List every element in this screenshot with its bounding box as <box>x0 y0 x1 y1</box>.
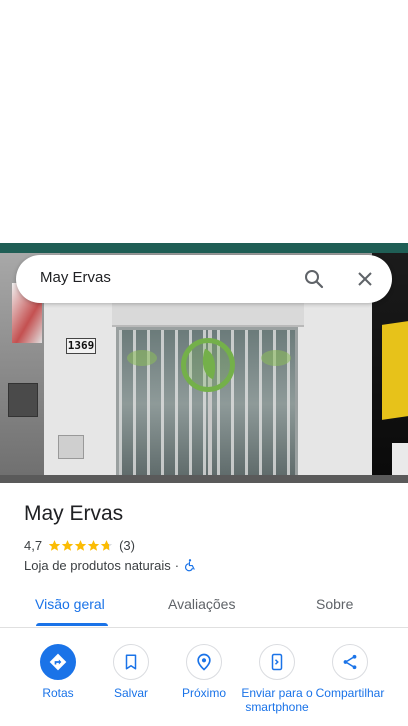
rating-stars <box>48 539 113 552</box>
store-small-logo-left <box>127 350 157 366</box>
search-icon[interactable] <box>302 267 326 291</box>
send-to-phone-label: Enviar para o smartphone <box>241 686 313 714</box>
directions-icon <box>40 644 76 680</box>
store-small-logo-right <box>261 350 291 366</box>
wheelchair-icon <box>185 559 195 572</box>
share-button[interactable]: Compartilhar <box>310 644 390 700</box>
photo-glass-door <box>116 327 298 481</box>
send-to-phone-button[interactable]: Enviar para o smartphone <box>237 644 317 714</box>
rating-row[interactable]: 4,7 (3) <box>24 536 135 554</box>
active-tab-indicator <box>36 623 108 626</box>
star-icon <box>48 539 61 551</box>
directions-button[interactable]: Rotas <box>18 644 98 700</box>
leaf-icon <box>196 348 222 380</box>
send-to-phone-icon <box>259 644 295 680</box>
place-category: Loja de produtos naturais <box>24 557 171 573</box>
store-leaf-logo <box>181 338 235 392</box>
star-icon <box>61 539 74 551</box>
rating-value: 4,7 <box>24 537 43 553</box>
search-bar[interactable]: May Ervas <box>16 255 392 303</box>
tab-about[interactable]: Sobre <box>316 596 353 612</box>
house-number-plate: 1369 <box>66 338 96 354</box>
nearby-button[interactable]: Próximo <box>164 644 244 700</box>
blank-top-area <box>0 0 408 243</box>
save-label: Salvar <box>113 686 148 700</box>
photo-left-panel <box>8 383 38 417</box>
photo-sign-strip <box>0 243 408 253</box>
photo-ground <box>0 475 408 483</box>
search-input[interactable]: May Ervas <box>40 269 111 286</box>
photo-right-sign <box>382 321 408 420</box>
action-buttons: Rotas Salvar Próximo Enviar para o smart… <box>0 644 408 726</box>
tab-overview[interactable]: Visão geral <box>35 596 105 612</box>
nearby-icon <box>186 644 222 680</box>
nearby-label: Próximo <box>181 686 226 700</box>
tab-reviews[interactable]: Avaliações <box>168 596 235 612</box>
place-title: May Ervas <box>24 502 124 525</box>
category-row: Loja de produtos naturais · <box>24 556 197 574</box>
star-icon <box>74 539 87 551</box>
review-count[interactable]: (3) <box>119 538 135 553</box>
separator: · <box>174 557 180 573</box>
close-icon[interactable] <box>353 267 377 291</box>
photo-door-frame <box>112 301 304 327</box>
half-star-icon <box>100 539 113 551</box>
tab-bar: Visão geral Avaliações Sobre <box>0 586 408 628</box>
star-icon <box>87 539 100 551</box>
share-label: Compartilhar <box>315 686 385 700</box>
save-button[interactable]: Salvar <box>91 644 171 700</box>
share-icon <box>332 644 368 680</box>
bookmark-icon <box>113 644 149 680</box>
directions-label: Rotas <box>42 686 74 700</box>
photo-wall-meter <box>58 435 84 459</box>
